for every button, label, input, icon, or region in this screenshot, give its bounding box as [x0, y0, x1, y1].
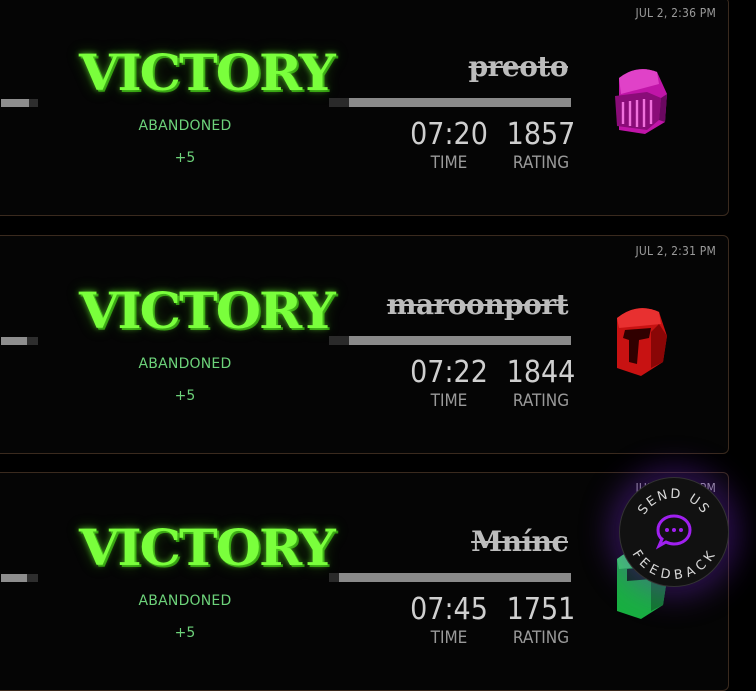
match-card[interactable]: JUL 2, 2:31 PM VICTORY ABANDONED +5 maro…	[0, 235, 729, 454]
svg-text:FEEDBACK: FEEDBACK	[629, 547, 719, 583]
match-time-label: TIME	[430, 628, 468, 648]
opponent-health-bar	[329, 98, 571, 107]
chat-bubble-icon	[655, 514, 692, 550]
knight-helmet-icon	[615, 69, 667, 134]
opponent-health-bar	[329, 573, 571, 582]
opponent-rating-value: 1857	[506, 117, 576, 152]
opponent-rating-value: 1751	[506, 592, 576, 627]
match-result: VICTORY	[79, 282, 336, 341]
knight-helmet-icon	[617, 308, 667, 376]
match-time-value: 07:45	[410, 592, 488, 627]
match-status: ABANDONED	[138, 356, 232, 372]
opponent-rating: 1857 RATING	[501, 118, 581, 174]
opponent-rating: 1844 RATING	[501, 356, 581, 412]
match-status: ABANDONED	[138, 593, 232, 609]
match-card[interactable]: JUL 2, 2:36 PM VICTORY ABANDONED +5 preo…	[0, 0, 729, 216]
opponent-rating-label: RATING	[512, 628, 570, 648]
opponent-name[interactable]: Mnínc	[471, 525, 568, 558]
rating-delta: +5	[174, 625, 196, 641]
opponent-name[interactable]: maroonport	[387, 288, 569, 321]
opponent-rating: 1751 RATING	[501, 593, 581, 649]
opponent-rating-value: 1844	[506, 355, 576, 390]
match-timestamp: JUL 2, 2:36 PM	[635, 6, 716, 20]
match-timestamp: JUL 2, 2:31 PM	[635, 244, 716, 258]
feedback-label-bottom: FEEDBACK	[629, 547, 717, 583]
feedback-button[interactable]: SEND US FEEDBACK	[619, 477, 729, 587]
opponent-health-bar	[329, 336, 571, 345]
match-time: 07:20 TIME	[409, 118, 489, 174]
player-health-bar	[1, 574, 38, 582]
match-time: 07:22 TIME	[409, 356, 489, 412]
player-health-bar	[1, 99, 38, 107]
match-time-label: TIME	[430, 153, 468, 173]
match-time-value: 07:20	[410, 117, 488, 152]
opponent-name[interactable]: preoto	[469, 50, 569, 83]
rating-delta: +5	[174, 150, 196, 166]
match-time-label: TIME	[430, 391, 468, 411]
opponent-rating-label: RATING	[512, 391, 570, 411]
match-time-value: 07:22	[410, 355, 488, 390]
match-result: VICTORY	[79, 44, 336, 103]
match-time: 07:45 TIME	[409, 593, 489, 649]
match-result: VICTORY	[79, 519, 336, 578]
player-health-bar	[1, 337, 38, 345]
match-status: ABANDONED	[138, 118, 232, 134]
opponent-rating-label: RATING	[512, 153, 570, 173]
rating-delta: +5	[174, 388, 196, 404]
